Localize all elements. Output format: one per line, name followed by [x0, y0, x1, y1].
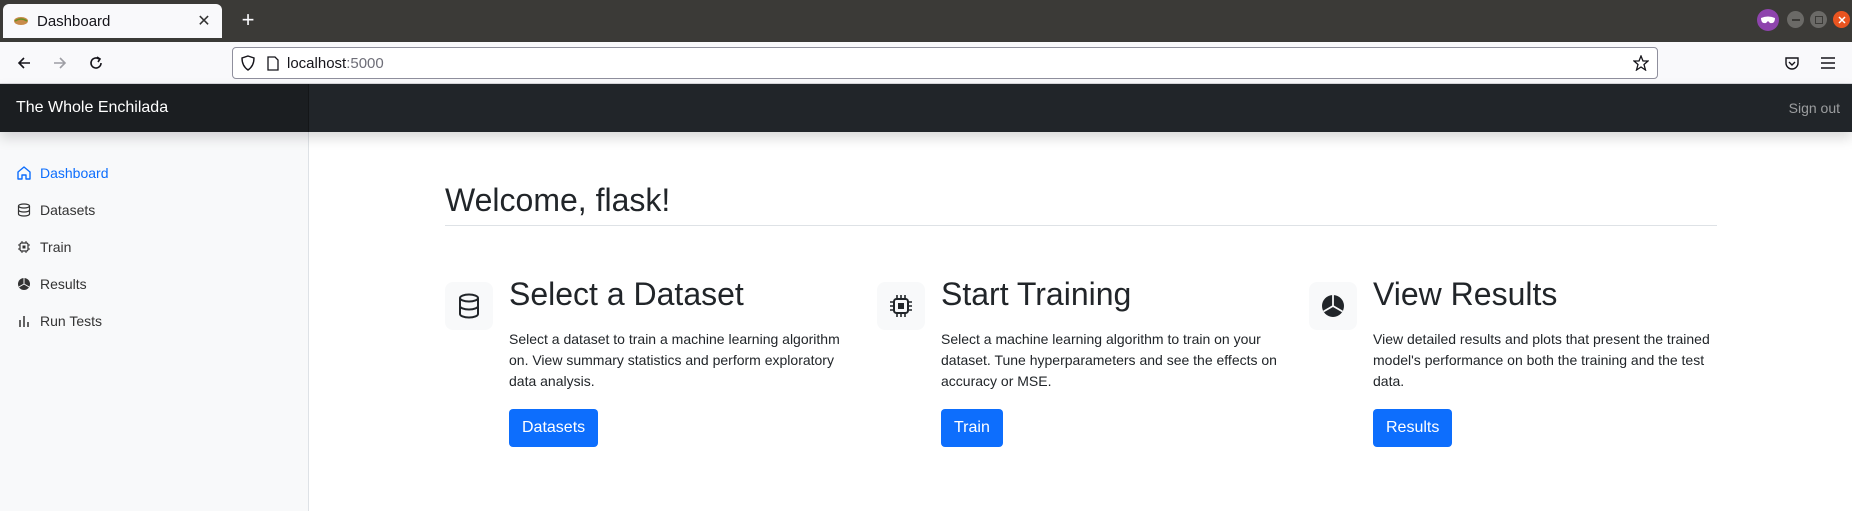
- page-title: Welcome, flask!: [445, 182, 671, 218]
- database-icon: [445, 282, 493, 330]
- sidebar-item-label: Results: [40, 275, 87, 292]
- sidebar-item-label: Datasets: [40, 201, 96, 218]
- tab-favicon-icon: [13, 13, 29, 29]
- window-controls: [1787, 11, 1850, 28]
- brand-link[interactable]: The Whole Enchilada: [0, 84, 309, 132]
- pie-chart-icon: [17, 277, 31, 291]
- app-header: The Whole Enchilada Sign out: [0, 84, 1852, 132]
- feature-title: Select a Dataset: [509, 276, 744, 312]
- browser-toolbar: localhost:5000: [0, 42, 1852, 84]
- cpu-icon: [877, 282, 925, 330]
- browser-tab[interactable]: Dashboard ✕: [3, 4, 222, 38]
- feature-text: View detailed results and plots that pre…: [1373, 331, 1710, 389]
- feature-title: Start Training: [941, 276, 1132, 312]
- main-content: Welcome, flask! Select a Dataset Select …: [309, 132, 1852, 511]
- database-icon: [17, 202, 31, 217]
- sidebar-item-results[interactable]: Results: [0, 265, 308, 302]
- new-tab-icon[interactable]: +: [236, 9, 260, 33]
- train-button[interactable]: Train: [941, 409, 1003, 447]
- bar-chart-icon: [17, 314, 31, 328]
- shield-icon[interactable]: [241, 55, 255, 71]
- feature-text: Select a machine learning algorithm to t…: [941, 331, 1277, 389]
- sidebar-item-label: Train: [40, 238, 72, 255]
- url-host: localhost: [287, 54, 347, 72]
- datasets-button[interactable]: Datasets: [509, 409, 599, 447]
- browser-tab-strip: Dashboard ✕ +: [0, 0, 1852, 42]
- sidebar-item-label: Dashboard: [40, 164, 109, 181]
- page-icon[interactable]: [267, 55, 279, 71]
- reload-icon[interactable]: [84, 51, 108, 75]
- url-port: :5000: [346, 54, 384, 72]
- feature-title: View Results: [1373, 276, 1558, 312]
- maximize-icon[interactable]: [1810, 11, 1827, 28]
- feature-view-results: View Results View detailed results and p…: [1309, 276, 1729, 502]
- private-browsing-icon: [1757, 9, 1779, 31]
- minimize-icon[interactable]: [1787, 11, 1804, 28]
- results-button[interactable]: Results: [1373, 409, 1453, 447]
- url-text[interactable]: localhost:5000: [287, 55, 384, 72]
- sidebar-item-run-tests[interactable]: Run Tests: [0, 302, 308, 339]
- sidebar-item-label: Run Tests: [40, 312, 102, 329]
- pie-chart-icon: [1309, 282, 1357, 330]
- tab-title: Dashboard: [37, 12, 111, 30]
- feature-start-training: Start Training Select a machine learning…: [877, 276, 1297, 502]
- menu-hamburger-icon[interactable]: [1816, 51, 1840, 75]
- sidebar-item-dashboard[interactable]: Dashboard: [0, 154, 308, 191]
- forward-arrow-icon[interactable]: [48, 51, 72, 75]
- title-divider: [445, 225, 1717, 226]
- sidebar-item-datasets[interactable]: Datasets: [0, 191, 308, 228]
- close-window-icon[interactable]: [1833, 11, 1850, 28]
- feature-select-dataset: Select a Dataset Select a dataset to tra…: [445, 276, 865, 502]
- feature-text: Select a dataset to train a machine lear…: [509, 331, 840, 389]
- tab-close-icon[interactable]: ✕: [196, 11, 212, 31]
- sidebar-item-train[interactable]: Train: [0, 228, 308, 265]
- bookmark-star-icon[interactable]: [1633, 55, 1649, 71]
- back-arrow-icon[interactable]: [12, 51, 36, 75]
- home-icon: [17, 165, 31, 180]
- sign-out-link[interactable]: Sign out: [1789, 84, 1840, 132]
- address-bar[interactable]: localhost:5000: [232, 47, 1658, 79]
- pocket-icon[interactable]: [1780, 51, 1804, 75]
- sidebar: Dashboard Datasets Train Results Run Tes…: [0, 132, 309, 511]
- cpu-icon: [17, 240, 31, 254]
